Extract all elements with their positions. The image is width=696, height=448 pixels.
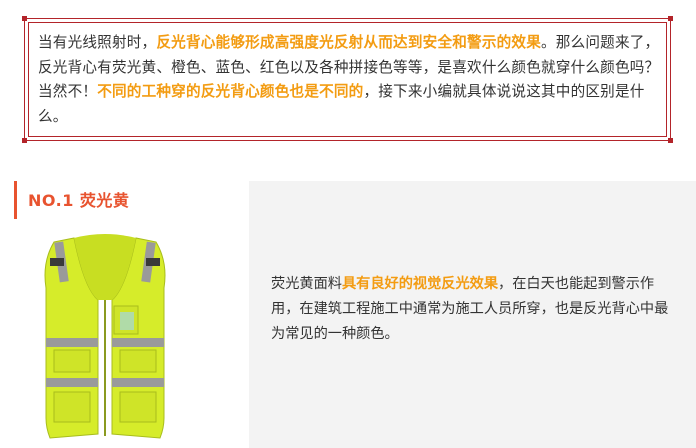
vest-image bbox=[36, 228, 174, 440]
description-panel: 荧光黄面料具有良好的视觉反光效果，在白天也能起到警示作用，在建筑工程施工中通常为… bbox=[249, 181, 696, 448]
intro-highlight-1: 反光背心能够形成高强度光反射从而达到安全和警示的效果 bbox=[156, 34, 541, 51]
frame-corner bbox=[22, 138, 27, 143]
intro-frame: 当有光线照射时，反光背心能够形成高强度光反射从而达到安全和警示的效果。那么问题来… bbox=[22, 16, 673, 143]
intro-highlight-2: 不同的工种穿的反光背心颜色也是不同的 bbox=[97, 83, 364, 100]
intro-paragraph: 当有光线照射时，反光背心能够形成高强度光反射从而达到安全和警示的效果。那么问题来… bbox=[38, 31, 660, 129]
description-paragraph: 荧光黄面料具有良好的视觉反光效果，在白天也能起到警示作用，在建筑工程施工中通常为… bbox=[271, 272, 679, 347]
frame-corner bbox=[22, 16, 27, 21]
safety-vest-icon bbox=[44, 234, 166, 439]
frame-corner bbox=[668, 138, 673, 143]
section-title: NO.1 荧光黄 bbox=[28, 191, 130, 210]
frame-corner bbox=[668, 16, 673, 21]
desc-highlight: 具有良好的视觉反光效果 bbox=[341, 276, 499, 292]
intro-text-part1: 当有光线照射时， bbox=[38, 34, 157, 51]
heading-accent-bar bbox=[14, 181, 17, 219]
desc-text-part1: 荧光黄面料 bbox=[271, 276, 342, 292]
